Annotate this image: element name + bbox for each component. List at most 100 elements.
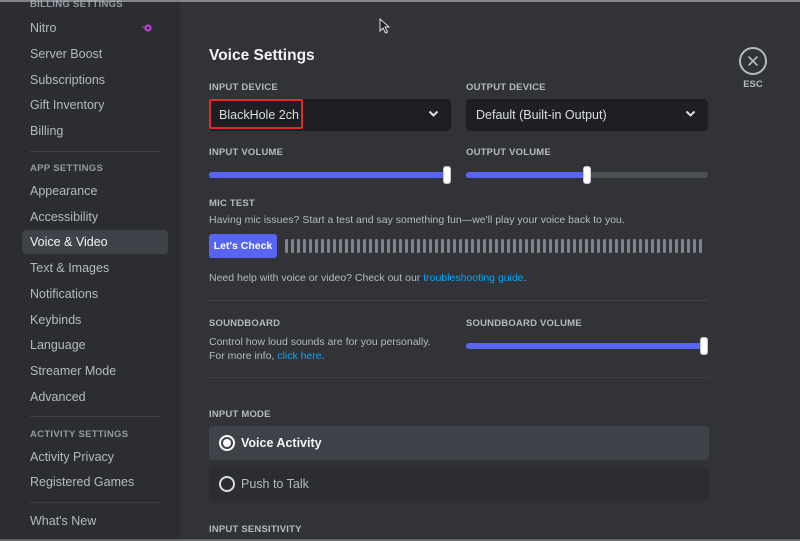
input-mode-option-push-to-talk[interactable]: Push to Talk — [209, 467, 709, 501]
window-top-edge — [0, 0, 800, 2]
mic-level-bar — [591, 239, 594, 253]
mic-level-bar — [555, 239, 558, 253]
sidebar-header-app-settings: App Settings — [30, 163, 104, 174]
section-divider — [209, 300, 709, 301]
sidebar-item-registered-games[interactable]: Registered Games — [22, 470, 168, 494]
mic-level-bar — [669, 239, 672, 253]
sidebar-item-nitro[interactable]: Nitro — [22, 16, 168, 40]
mic-level-bar — [663, 239, 666, 253]
input-device-select[interactable]: BlackHole 2ch — [209, 99, 451, 131]
sidebar-item-text-images[interactable]: Text & Images — [22, 256, 168, 280]
sidebar-item-keybinds[interactable]: Keybinds — [22, 308, 168, 332]
mic-level-bar — [585, 239, 588, 253]
mic-level-bar — [501, 239, 504, 253]
mic-level-bar — [477, 239, 480, 253]
close-icon — [748, 56, 758, 66]
mic-test-description: Having mic issues? Start a test and say … — [209, 214, 625, 226]
mic-level-bar — [489, 239, 492, 253]
mic-level-bar — [579, 239, 582, 253]
mic-level-bar — [357, 239, 360, 253]
sidebar-item-whats-new[interactable]: What's New — [22, 509, 168, 533]
mic-level-bar — [633, 239, 636, 253]
mic-level-bar — [531, 239, 534, 253]
mic-level-bar — [351, 239, 354, 253]
output-device-value: Default (Built-in Output) — [476, 108, 607, 122]
settings-window: Billing Settings Nitro Server Boost Subs… — [0, 0, 800, 541]
mic-level-bar — [567, 239, 570, 253]
sidebar-item-streamer-mode[interactable]: Streamer Mode — [22, 359, 168, 383]
output-volume-slider[interactable] — [466, 165, 708, 185]
input-volume-slider[interactable] — [209, 165, 451, 185]
mic-level-bar — [291, 239, 294, 253]
mic-level-bar — [411, 239, 414, 253]
sidebar-item-accessibility[interactable]: Accessibility — [22, 205, 168, 229]
mic-level-bar — [639, 239, 642, 253]
lets-check-button[interactable]: Let's Check — [209, 234, 277, 258]
input-sensitivity-label: Input Sensitivity — [209, 524, 302, 535]
mic-level-bar — [465, 239, 468, 253]
mic-level-bar — [615, 239, 618, 253]
output-volume-label: Output Volume — [466, 147, 551, 158]
mic-level-bar — [333, 239, 336, 253]
mic-level-meter — [285, 239, 709, 253]
radio-label: Voice Activity — [241, 436, 322, 450]
output-device-select[interactable]: Default (Built-in Output) — [466, 99, 708, 131]
sidebar-item-activity-privacy[interactable]: Activity Privacy — [22, 445, 168, 469]
click-here-link[interactable]: click here — [277, 350, 321, 362]
sidebar-item-billing[interactable]: Billing — [22, 119, 168, 143]
mic-level-bar — [597, 239, 600, 253]
soundboard-volume-label: Soundboard Volume — [466, 318, 582, 329]
input-mode-label: Input Mode — [209, 409, 271, 420]
mic-level-bar — [483, 239, 486, 253]
sidebar-item-appearance[interactable]: Appearance — [22, 179, 168, 203]
input-mode-option-voice-activity[interactable]: Voice Activity — [209, 426, 709, 460]
sidebar-item-notifications[interactable]: Notifications — [22, 282, 168, 306]
mic-level-bar — [435, 239, 438, 253]
sidebar-header-activity-settings: Activity Settings — [30, 429, 129, 440]
soundboard-description: Control how loud sounds are for you pers… — [209, 335, 449, 363]
mic-level-bar — [345, 239, 348, 253]
sidebar-item-language[interactable]: Language — [22, 333, 168, 357]
close-settings[interactable]: ESC — [739, 47, 767, 90]
output-device-label: Output Device — [466, 82, 546, 93]
troubleshooting-guide-link[interactable]: troubleshooting guide — [423, 272, 523, 284]
mic-level-bar — [375, 239, 378, 253]
mic-level-bar — [423, 239, 426, 253]
mic-level-bar — [675, 239, 678, 253]
sidebar-item-voice-video[interactable]: Voice & Video — [22, 230, 168, 254]
mic-level-bar — [471, 239, 474, 253]
mic-level-bar — [447, 239, 450, 253]
sidebar-item-advanced[interactable]: Advanced — [22, 385, 168, 409]
mic-level-bar — [519, 239, 522, 253]
mic-level-bar — [309, 239, 312, 253]
input-volume-label: Input Volume — [209, 147, 284, 158]
mic-level-bar — [417, 239, 420, 253]
close-button[interactable] — [739, 47, 767, 75]
mic-level-bar — [339, 239, 342, 253]
mic-level-bar — [651, 239, 654, 253]
slider-thumb[interactable] — [583, 166, 591, 184]
soundboard-description-suffix: . — [321, 350, 325, 362]
sidebar-item-subscriptions[interactable]: Subscriptions — [22, 68, 168, 92]
radio-label: Push to Talk — [241, 477, 309, 491]
slider-thumb[interactable] — [700, 337, 708, 355]
voice-video-settings-panel: Voice Settings Input Device BlackHole 2c… — [180, 0, 800, 541]
radio-checked-icon — [219, 435, 235, 451]
sidebar-divider — [30, 502, 160, 503]
sidebar-divider — [30, 416, 160, 417]
sidebar-item-gift-inventory[interactable]: Gift Inventory — [22, 93, 168, 117]
slider-thumb[interactable] — [443, 166, 451, 184]
sidebar-item-server-boost[interactable]: Server Boost — [22, 42, 168, 66]
sidebar-item-label: Nitro — [30, 21, 57, 35]
esc-label: ESC — [743, 79, 763, 90]
mic-level-bar — [369, 239, 372, 253]
slider-fill — [466, 343, 704, 349]
settings-sidebar: Billing Settings Nitro Server Boost Subs… — [0, 0, 180, 541]
mic-level-bar — [507, 239, 510, 253]
section-divider — [209, 377, 709, 378]
mic-level-bar — [285, 239, 288, 253]
mic-level-bar — [399, 239, 402, 253]
mic-level-bar — [363, 239, 366, 253]
mic-level-bar — [627, 239, 630, 253]
soundboard-volume-slider[interactable] — [466, 336, 708, 356]
